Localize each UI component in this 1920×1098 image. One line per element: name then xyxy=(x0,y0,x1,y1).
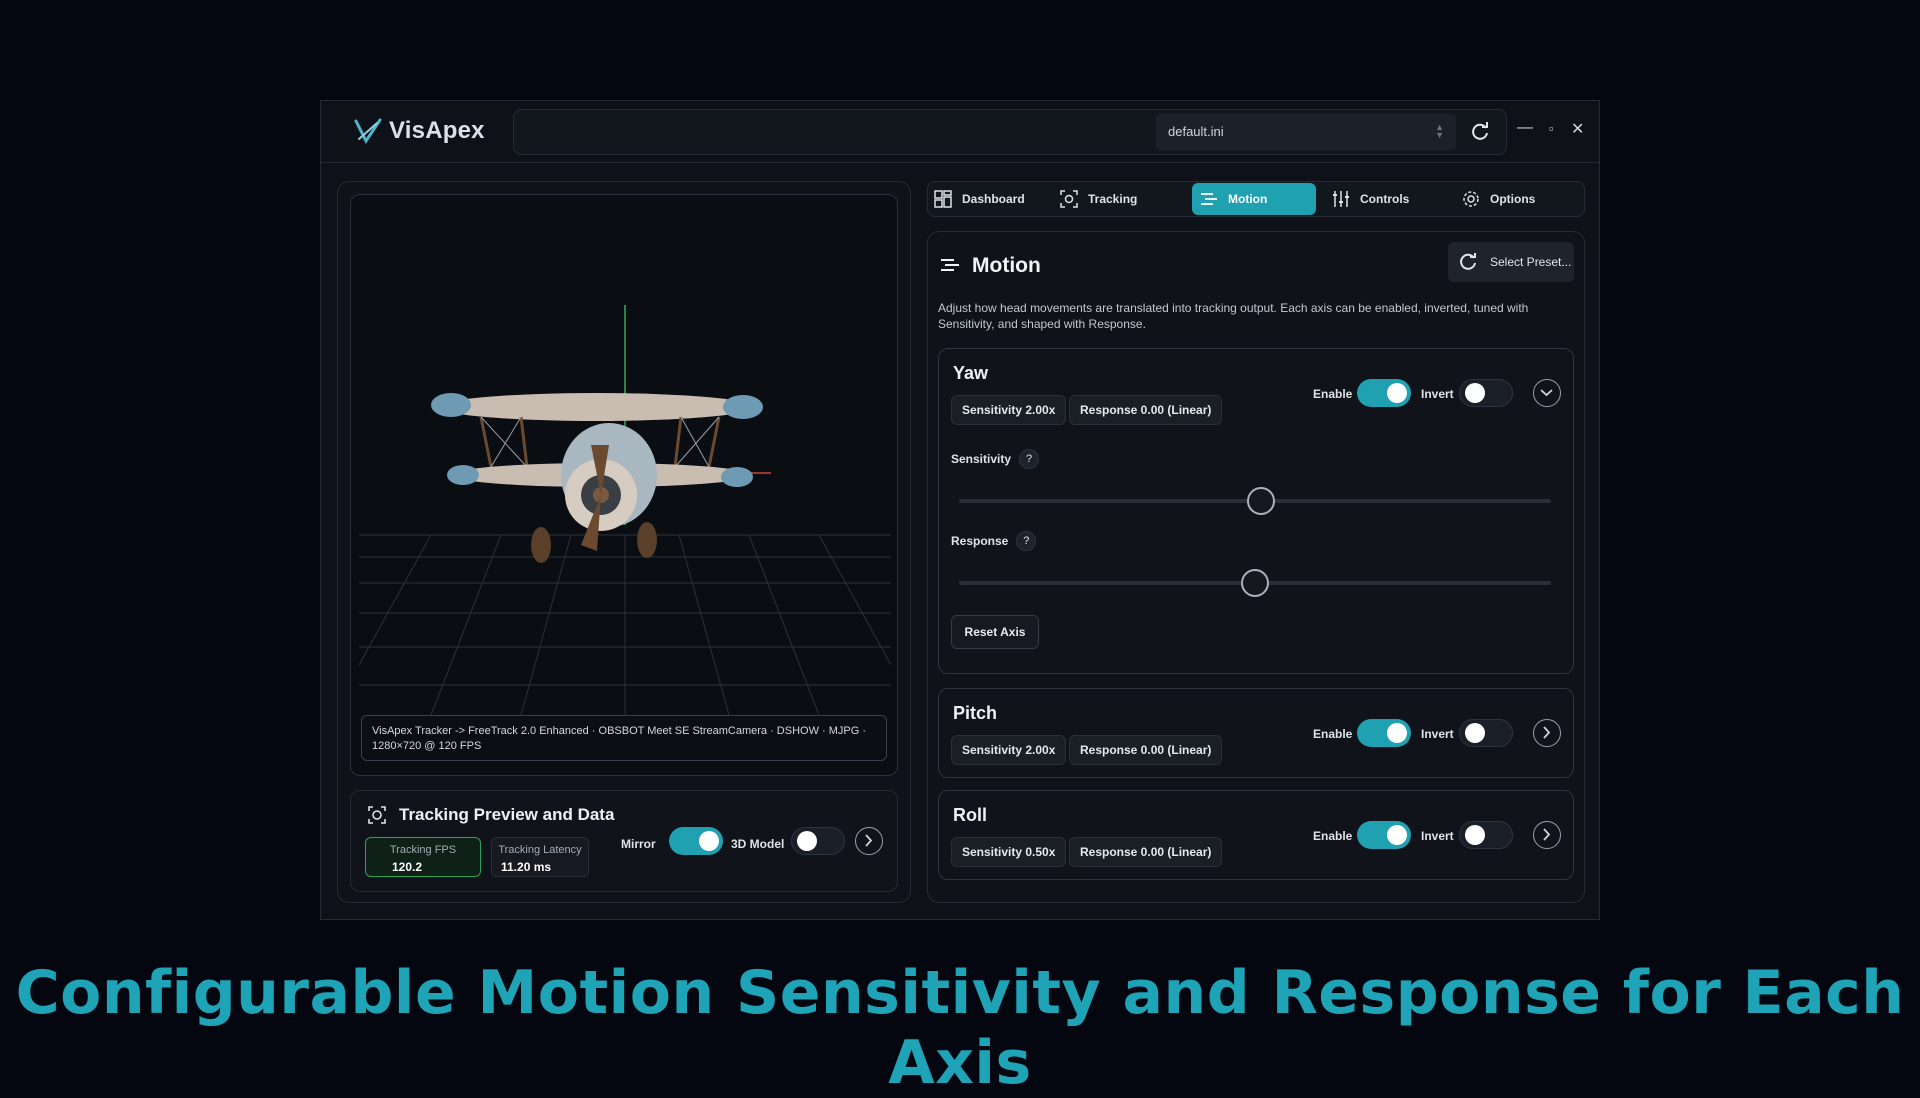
chevron-right-icon xyxy=(1543,726,1551,739)
response-row: Response ? xyxy=(951,531,1037,551)
axis-name: Yaw xyxy=(953,363,989,383)
tab-dashboard[interactable]: Dashboard xyxy=(934,183,1044,215)
latency-stat: Tracking Latency 11.20 ms xyxy=(491,837,589,877)
chevron-right-icon xyxy=(1543,828,1551,841)
motion-header-icon xyxy=(941,259,959,271)
select-preset-label: Select Preset... xyxy=(1490,255,1572,269)
reset-axis-button[interactable]: Reset Axis xyxy=(951,615,1039,649)
app-name: VisApex xyxy=(389,117,485,144)
tab-tracking[interactable]: Tracking xyxy=(1060,183,1170,215)
3d-viewport[interactable]: VisApex Tracker -> FreeTrack 2.0 Enhance… xyxy=(350,194,898,776)
3d-model-label: 3D Model xyxy=(731,837,785,851)
dashboard-icon xyxy=(934,190,952,208)
3d-model-toggle[interactable] xyxy=(791,827,845,855)
fps-stat: Tracking FPS 120.2 xyxy=(365,837,481,877)
sensitivity-slider-thumb[interactable] xyxy=(1246,487,1275,515)
response-slider-thumb[interactable] xyxy=(1241,569,1269,597)
caption-line-1: VisApex Tracker -> FreeTrack 2.0 Enhance… xyxy=(372,725,867,737)
enable-label: Enable xyxy=(1313,387,1353,401)
sensitivity-chip: Sensitivity 0.50x xyxy=(951,837,1067,867)
preset-file-select[interactable]: default.ini ▲ ▼ xyxy=(1156,114,1456,150)
expand-button[interactable] xyxy=(1533,821,1561,849)
app-window: VisApex default.ini ▲ ▼ — ▫ ✕ VisApex Tr… xyxy=(320,100,1600,920)
axis-name: Roll xyxy=(953,805,987,825)
tab-options-label: Options xyxy=(1490,192,1536,206)
response-help-icon[interactable]: ? xyxy=(1016,531,1037,551)
sliders-icon xyxy=(1333,191,1349,207)
close-button[interactable]: ✕ xyxy=(1571,119,1584,139)
invert-label: Invert xyxy=(1421,829,1454,843)
motion-icon xyxy=(1201,193,1217,205)
expand-button[interactable] xyxy=(1533,719,1561,747)
floor-grid xyxy=(358,534,892,715)
tab-tracking-label: Tracking xyxy=(1088,192,1138,206)
fps-value: 120.2 xyxy=(392,860,423,874)
minimize-button[interactable]: — xyxy=(1517,119,1533,137)
app-logo: VisApex xyxy=(353,117,485,145)
tracking-icon xyxy=(1060,190,1078,208)
tab-motion[interactable]: Motion xyxy=(1192,183,1316,215)
biplane-model xyxy=(431,393,763,563)
latency-value: 11.20 ms xyxy=(501,860,552,874)
invert-toggle[interactable] xyxy=(1459,821,1513,849)
caption-line-2: 1280×720 @ 120 FPS xyxy=(372,740,482,752)
latency-label: Tracking Latency xyxy=(498,844,582,856)
tab-controls[interactable]: Controls xyxy=(1332,183,1442,215)
tracker-caption: VisApex Tracker -> FreeTrack 2.0 Enhance… xyxy=(361,715,887,761)
sensitivity-help-icon[interactable]: ? xyxy=(1019,449,1040,469)
refresh-icon xyxy=(1460,253,1476,270)
preview-panel: VisApex Tracker -> FreeTrack 2.0 Enhance… xyxy=(337,181,911,903)
reload-icon[interactable] xyxy=(1468,120,1492,144)
chevron-down-icon xyxy=(1540,389,1553,397)
enable-label: Enable xyxy=(1313,829,1353,843)
enable-label: Enable xyxy=(1313,727,1353,741)
response-label: Response xyxy=(951,534,1009,548)
gear-icon xyxy=(1463,191,1479,207)
fps-label: Tracking FPS xyxy=(389,844,457,856)
sensitivity-label: Sensitivity xyxy=(951,452,1012,466)
top-toolbar: default.ini ▲ ▼ xyxy=(513,109,1507,155)
axis-card-roll: Roll Sensitivity 0.50x Response 0.00 (Li… xyxy=(938,790,1574,880)
invert-label: Invert xyxy=(1421,387,1454,401)
tracking-data-card: Tracking Preview and Data Tracking FPS 1… xyxy=(350,790,898,892)
sensitivity-chip: Sensitivity 2.00x xyxy=(951,735,1067,765)
tab-options[interactable]: Options xyxy=(1462,183,1572,215)
mirror-toggle[interactable] xyxy=(669,827,723,855)
tab-motion-label: Motion xyxy=(1228,192,1268,206)
invert-toggle[interactable] xyxy=(1459,379,1513,407)
title-bar: VisApex default.ini ▲ ▼ — ▫ ✕ xyxy=(321,101,1599,163)
sensitivity-row: Sensitivity ? xyxy=(951,449,1040,469)
axis-card-pitch: Pitch Sensitivity 2.00x Response 0.00 (L… xyxy=(938,688,1574,778)
mirror-label: Mirror xyxy=(621,837,656,851)
chevron-right-icon xyxy=(865,834,873,847)
select-arrows-icon: ▲ ▼ xyxy=(1435,122,1444,140)
motion-panel: Motion Select Preset... Adjust how head … xyxy=(927,231,1585,903)
tab-controls-label: Controls xyxy=(1360,192,1410,206)
enable-toggle[interactable] xyxy=(1357,379,1411,407)
maximize-button[interactable]: ▫ xyxy=(1549,121,1554,136)
enable-toggle[interactable] xyxy=(1357,719,1411,747)
tracking-expand-button[interactable] xyxy=(855,827,883,855)
viewport-scene xyxy=(358,305,892,715)
tracking-target-icon xyxy=(368,806,386,824)
tracking-card-title: Tracking Preview and Data xyxy=(399,805,615,824)
axis-card-yaw: Yaw Sensitivity 2.00x Response 0.00 (Lin… xyxy=(938,348,1574,674)
sensitivity-chip: Sensitivity 2.00x xyxy=(951,395,1067,425)
select-preset-button[interactable]: Select Preset... xyxy=(1448,242,1574,282)
motion-description: Adjust how head movements are translated… xyxy=(938,301,1529,331)
preset-file-value: default.ini xyxy=(1168,124,1224,139)
invert-label: Invert xyxy=(1421,727,1454,741)
response-chip: Response 0.00 (Linear) xyxy=(1069,735,1223,765)
axis-name: Pitch xyxy=(953,703,998,723)
visapex-logo-icon xyxy=(354,118,382,144)
main-tabs: Dashboard Tracking Motion Controls Optio… xyxy=(927,181,1585,217)
motion-title: Motion xyxy=(972,254,1041,277)
response-chip: Response 0.00 (Linear) xyxy=(1069,837,1223,867)
collapse-button[interactable] xyxy=(1533,379,1561,407)
marketing-headline: Configurable Motion Sensitivity and Resp… xyxy=(15,958,1905,1098)
response-chip: Response 0.00 (Linear) xyxy=(1069,395,1223,425)
enable-toggle[interactable] xyxy=(1357,821,1411,849)
invert-toggle[interactable] xyxy=(1459,719,1513,747)
tab-dashboard-label: Dashboard xyxy=(962,192,1025,206)
